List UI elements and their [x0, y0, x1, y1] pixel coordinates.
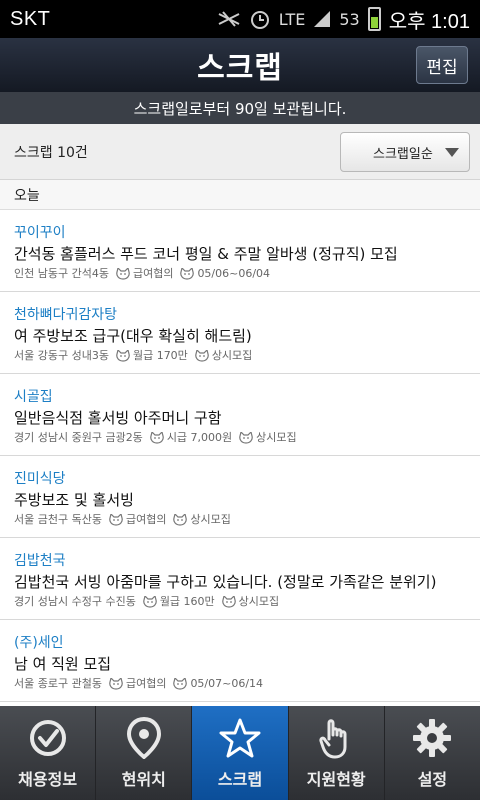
tab-applications[interactable]: 지원현황 [289, 706, 385, 800]
cat-icon [150, 432, 164, 444]
retention-notice: 스크랩일로부터 90일 보관됩니다. [0, 92, 480, 124]
job-meta: 서울 강동구 성내3동 월급 170만 상시모집 [14, 347, 466, 365]
cat-icon [173, 514, 188, 526]
company-name: 꾸이꾸이 [14, 225, 66, 241]
period-text: 상시모집 [256, 431, 297, 444]
job-title: 김밥천국 서빙 아줌마를 구하고 있습니다. (정말로 가족같은 분위기) [14, 573, 437, 591]
tab-jobs[interactable]: 채용정보 [0, 706, 97, 800]
list-item[interactable]: 진미식당주방보조 및 홀서빙서울 금천구 독산동 급여협의 상시모집 [0, 456, 480, 538]
period-text: 상시모집 [238, 595, 280, 608]
job-meta: 인천 남동구 간석4동 급여협의 05/06~06/04 [14, 265, 466, 283]
job-title: 일반음식점 홀서빙 아주머니 구함 [14, 409, 222, 427]
job-title: 간석동 홈플러스 푸드 코너 평일 & 주말 알바생 (정규직) 모집 [14, 245, 398, 263]
gear-icon [412, 716, 452, 760]
status-icons: LTE 53 오후 1:01 [217, 5, 470, 34]
sort-selected-value: 스크랩일순 [373, 146, 433, 162]
pay-text: 월급 170만 [132, 349, 188, 362]
tab-label: 채용정보 [18, 770, 78, 789]
signal-strength-label: 53 [339, 9, 360, 29]
signal-icon [313, 10, 331, 28]
company-name: 진미식당 [14, 471, 66, 487]
job-meta: 경기 성남시 중원구 금광2동 시급 7,000원 상시모집 [14, 429, 466, 447]
cat-icon [109, 514, 123, 526]
period-text: 05/07~06/14 [190, 677, 264, 690]
list-item[interactable]: (주)세인남 여 직원 모집서울 종로구 관철동 급여협의 05/07~06/14 [0, 620, 480, 702]
title-bar: 스크랩 편집 [0, 38, 480, 92]
tab-label: 현위치 [121, 770, 166, 789]
pay-text: 급여협의 [125, 513, 167, 526]
cat-icon [195, 350, 209, 362]
edit-button[interactable]: 편집 [416, 46, 468, 84]
tab-settings[interactable]: 설정 [385, 706, 480, 800]
location-text: 경기 성남시 중원구 금광2동 [14, 431, 143, 444]
clock-label: 오후 1:01 [388, 10, 470, 33]
list-item[interactable]: 천하뼈다귀감자탕여 주방보조 급구(대우 확실히 해드림) 서울 강동구 성내3동… [0, 292, 480, 374]
chevron-down-icon [445, 148, 459, 157]
lte-label: LTE [278, 9, 306, 29]
job-meta: 서울 금천구 독산동 급여협의 상시모집 [14, 511, 466, 529]
list-item[interactable]: 시골집일반음식점 홀서빙 아주머니 구함경기 성남시 중원구 금광2동 시급 7,… [0, 374, 480, 456]
scrap-list[interactable]: 꾸이꾸이간석동 홈플러스 푸드 코너 평일 & 주말 알바생 (정규직) 모집인… [0, 210, 480, 706]
battery-icon [367, 7, 381, 31]
pay-text: 급여협의 [132, 267, 174, 280]
tab-location[interactable]: 현위치 [96, 706, 193, 800]
sort-bar: 스크랩 10건 스크랩일순 [0, 124, 480, 180]
tab-label: 지원현황 [306, 770, 366, 789]
sort-dropdown[interactable]: 스크랩일순 [340, 132, 470, 172]
location-text: 경기 성남시 수정구 수진동 [14, 595, 136, 608]
tab-scrap[interactable]: 스크랩 [192, 706, 289, 800]
cat-icon [239, 432, 253, 444]
pay-text: 시급 7,000원 [166, 431, 233, 444]
star-icon [219, 716, 261, 760]
company-name: 천하뼈다귀감자탕 [14, 307, 118, 323]
cat-icon [180, 268, 195, 280]
location-text: 인천 남동구 간석4동 [14, 267, 109, 280]
job-meta: 서울 종로구 관철동 급여협의 05/07~06/14 [14, 675, 466, 693]
tab-label: 설정 [417, 770, 448, 789]
job-title: 여 주방보조 급구(대우 확실히 해드림) [14, 327, 252, 345]
cat-icon [116, 268, 130, 280]
scrap-count-label: 스크랩 10건 [14, 144, 88, 161]
cat-icon [173, 678, 188, 690]
bottom-tab-bar: 채용정보 현위치 스크랩 지원현황 설정 [0, 706, 480, 800]
job-title: 남 여 직원 모집 [14, 655, 112, 673]
hand-icon [317, 716, 355, 760]
mute-icon [217, 10, 241, 28]
cat-icon [143, 596, 157, 608]
location-text: 서울 금천구 독산동 [14, 513, 102, 526]
location-text: 서울 강동구 성내3동 [14, 349, 109, 362]
job-meta: 경기 성남시 수정구 수진동 월급 160만 상시모집 [14, 593, 466, 611]
pay-text: 월급 160만 [159, 595, 215, 608]
job-title: 주방보조 및 홀서빙 [14, 491, 134, 509]
section-header-today: 오늘 [0, 180, 480, 210]
carrier-label: SKT [10, 7, 51, 30]
location-pin-icon [126, 716, 162, 760]
cat-icon [116, 350, 130, 362]
list-item[interactable]: 김밥천국김밥천국 서빙 아줌마를 구하고 있습니다. (정말로 가족같은 분위기… [0, 538, 480, 620]
period-text: 상시모집 [190, 513, 231, 526]
cat-icon [109, 678, 123, 690]
location-text: 서울 종로구 관철동 [14, 677, 102, 690]
company-name: (주)세인 [14, 635, 64, 651]
period-text: 05/06~06/04 [197, 267, 271, 280]
list-item[interactable]: 꾸이꾸이간석동 홈플러스 푸드 코너 평일 & 주말 알바생 (정규직) 모집인… [0, 210, 480, 292]
page-title: 스크랩 [197, 51, 283, 86]
status-bar: SKT LTE 53 오후 1:01 [0, 0, 480, 38]
alarm-icon [249, 8, 271, 30]
check-circle-icon [28, 716, 68, 760]
cat-icon [221, 596, 236, 608]
period-text: 상시모집 [211, 349, 253, 362]
pay-text: 급여협의 [125, 677, 167, 690]
company-name: 시골집 [14, 389, 53, 405]
company-name: 김밥천국 [14, 553, 66, 569]
tab-label: 스크랩 [217, 770, 263, 789]
